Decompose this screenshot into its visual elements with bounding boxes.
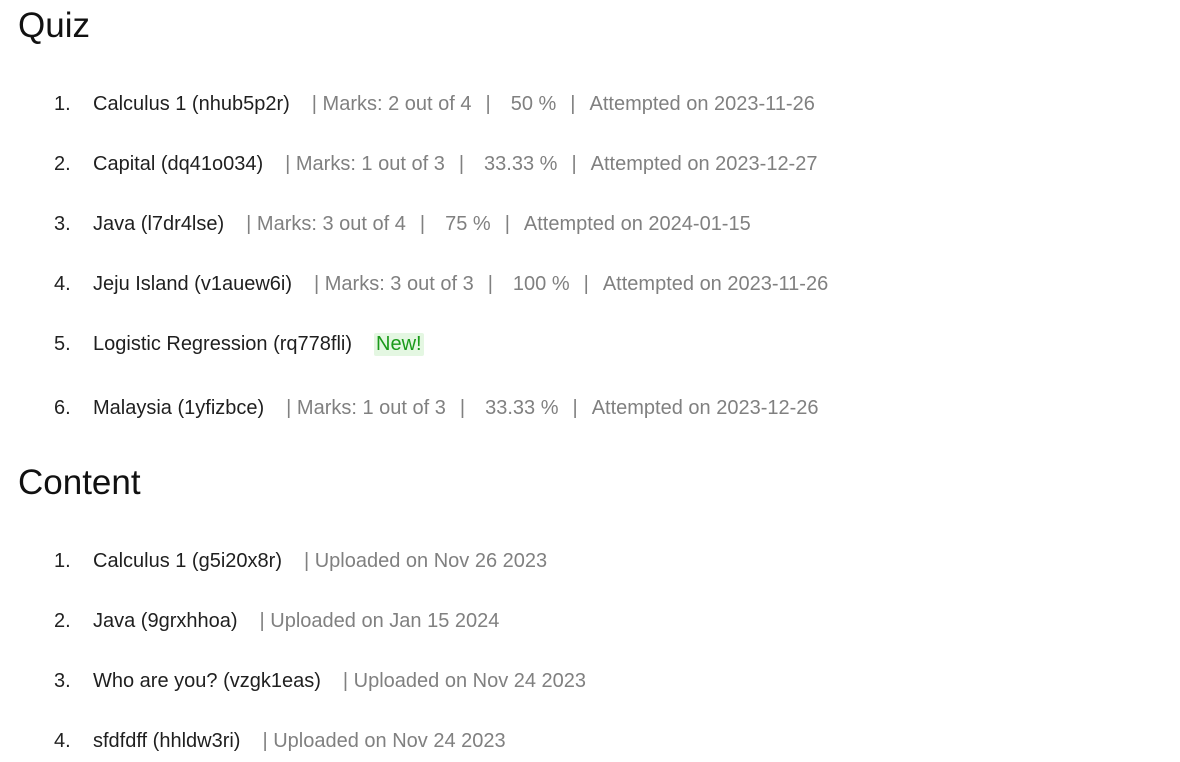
content-item-uploaded: | Uploaded on Nov 26 2023 (303, 549, 548, 572)
quiz-item-percent: 33.33 % (485, 396, 559, 419)
quiz-item-percent: 50 % (510, 92, 557, 115)
quiz-item-attempted: Attempted on 2023-12-26 (591, 396, 819, 419)
separator: | (504, 212, 510, 235)
content-item-link[interactable]: sfdfdff (hhldw3ri) (93, 730, 240, 753)
quiz-item-marks: | Marks: 3 out of 3 (314, 272, 474, 295)
separator: | (458, 152, 465, 175)
quiz-item-attempted: Attempted on 2023-12-27 (590, 152, 818, 175)
quiz-item-link[interactable]: Malaysia (1yfizbce) (93, 397, 264, 420)
separator: | (572, 396, 578, 419)
separator: | (419, 212, 426, 235)
new-badge: New! (374, 332, 424, 356)
content-item-number: 3. (54, 669, 71, 692)
quiz-section-title: Quiz (18, 6, 90, 45)
quiz-item-marks: | Marks: 2 out of 4 (311, 92, 472, 115)
quiz-item-number: 4. (54, 272, 71, 295)
separator: | (485, 92, 491, 115)
quiz-item-number: 3. (54, 212, 71, 235)
quiz-item-attempted: Attempted on 2024-01-15 (523, 212, 751, 235)
quiz-item-link[interactable]: Capital (dq41o034) (93, 153, 263, 176)
content-item-link[interactable]: Who are you? (vzgk1eas) (93, 670, 321, 693)
separator: | (459, 396, 466, 419)
separator: | (571, 152, 577, 175)
quiz-item-marks: | Marks: 1 out of 3 (285, 152, 445, 175)
content-item-uploaded: | Uploaded on Nov 24 2023 (342, 669, 587, 692)
quiz-item-link[interactable]: Logistic Regression (rq778fli) (93, 333, 352, 356)
quiz-item-marks: | Marks: 1 out of 3 (286, 396, 446, 419)
quiz-item-number: 5. (54, 332, 71, 355)
quiz-item-number: 2. (54, 152, 71, 175)
separator: | (570, 92, 576, 115)
content-item-number: 1. (54, 549, 71, 572)
quiz-item-link[interactable]: Calculus 1 (nhub5p2r) (93, 93, 290, 116)
quiz-item-marks: | Marks: 3 out of 4 (246, 212, 406, 235)
quiz-item-link[interactable]: Jeju Island (v1auew6i) (93, 273, 292, 296)
quiz-item-number: 1. (54, 92, 71, 115)
content-item-number: 2. (54, 609, 71, 632)
separator: | (583, 272, 589, 295)
quiz-item-link[interactable]: Java (l7dr4lse) (93, 213, 224, 236)
content-item-uploaded: | Uploaded on Jan 15 2024 (259, 609, 500, 632)
content-section-title: Content (18, 463, 141, 502)
content-item-link[interactable]: Java (9grxhhoa) (93, 610, 238, 633)
quiz-item-percent: 100 % (512, 272, 570, 295)
quiz-item-number: 6. (54, 396, 71, 419)
quiz-item-attempted: Attempted on 2023-11-26 (589, 92, 815, 115)
content-item-number: 4. (54, 729, 71, 752)
quiz-item-attempted: Attempted on 2023-11-26 (602, 272, 829, 295)
separator: | (487, 272, 493, 295)
quiz-item-percent: 75 % (445, 212, 491, 235)
content-item-uploaded: | Uploaded on Nov 24 2023 (262, 729, 506, 752)
quiz-item-percent: 33.33 % (484, 152, 558, 175)
content-item-link[interactable]: Calculus 1 (g5i20x8r) (93, 550, 282, 573)
